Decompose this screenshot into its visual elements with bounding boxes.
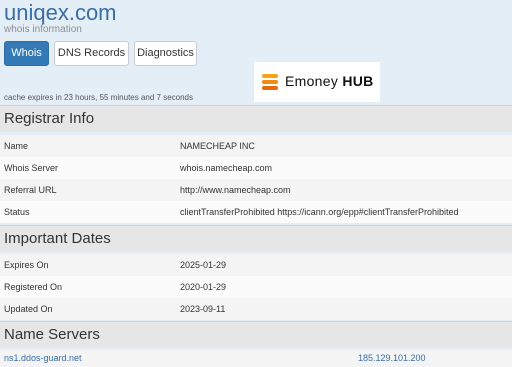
ad-text-bold: HUB bbox=[342, 73, 374, 89]
table-row: Referral URL http://www.namecheap.com bbox=[0, 179, 512, 201]
row-value: 2025-01-29 bbox=[180, 260, 227, 270]
row-key: Name bbox=[4, 141, 29, 151]
site-subtitle: whois information bbox=[4, 24, 82, 35]
row-value: whois.namecheap.com bbox=[180, 163, 273, 173]
registrar-info-heading: Registrar Info bbox=[0, 105, 512, 132]
table-row: ns1.ddos-guard.net 185.129.101.200 bbox=[0, 350, 512, 367]
tab-whois[interactable]: Whois bbox=[4, 41, 49, 66]
row-value: 2023-09-11 bbox=[180, 304, 226, 314]
table-row: Status clientTransferProhibited https://… bbox=[0, 201, 512, 223]
name-servers-heading: Name Servers bbox=[0, 321, 512, 348]
row-key: Whois Server bbox=[4, 163, 59, 173]
ad-text-regular: Emoney bbox=[285, 73, 343, 89]
row-key: Updated On bbox=[4, 304, 53, 314]
row-value: http://www.namecheap.com bbox=[180, 185, 291, 195]
emoney-hub-logo-icon bbox=[262, 74, 278, 90]
row-key: Expires On bbox=[4, 260, 49, 270]
site-title[interactable]: uniqex.com bbox=[4, 0, 117, 26]
emoney-hub-ad-banner[interactable]: Emoney HUB bbox=[254, 62, 380, 102]
tab-dns-records[interactable]: DNS Records bbox=[54, 41, 129, 66]
table-row: Updated On 2023-09-11 bbox=[0, 298, 512, 320]
ad-text: Emoney HUB bbox=[285, 73, 374, 89]
row-value: 2020-01-29 bbox=[180, 282, 227, 292]
cache-expiry-text: cache expires in 23 hours, 55 minutes an… bbox=[4, 93, 194, 102]
table-row: Expires On 2025-01-29 bbox=[0, 254, 512, 276]
row-value: NAMECHEAP INC bbox=[180, 141, 255, 151]
name-server-host-link[interactable]: ns1.ddos-guard.net bbox=[4, 347, 82, 367]
tab-diagnostics[interactable]: Diagnostics bbox=[134, 41, 197, 66]
important-dates-heading: Important Dates bbox=[0, 225, 512, 252]
row-key: Status bbox=[4, 207, 30, 217]
row-value: clientTransferProhibited https://icann.o… bbox=[180, 207, 459, 217]
name-server-ip-link[interactable]: 185.129.101.200 bbox=[358, 347, 426, 367]
table-row: Whois Server whois.namecheap.com bbox=[0, 157, 512, 179]
row-key: Registered On bbox=[4, 282, 63, 292]
row-key: Referral URL bbox=[4, 185, 57, 195]
table-row: Registered On 2020-01-29 bbox=[0, 276, 512, 298]
table-row: Name NAMECHEAP INC bbox=[0, 135, 512, 157]
